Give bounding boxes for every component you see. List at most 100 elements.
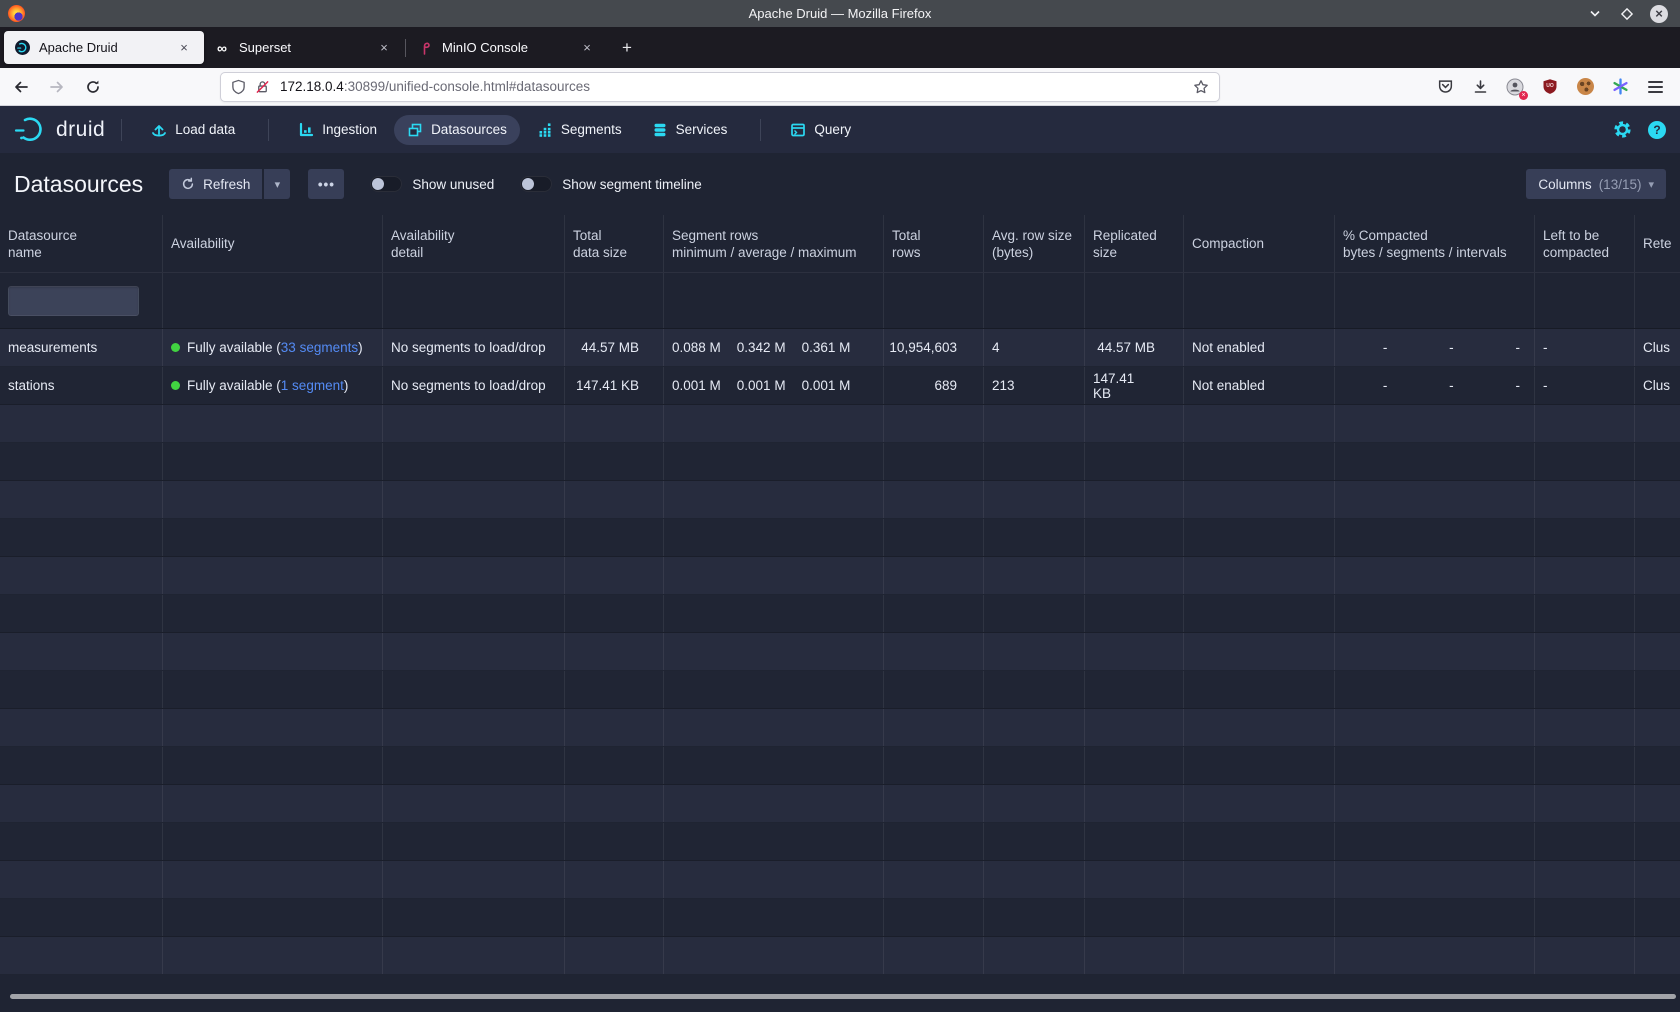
columns-button[interactable]: Columns (13/15) ▾ — [1526, 169, 1666, 199]
avg-row-size-cell: 4 — [984, 329, 1085, 366]
extension-icon[interactable]: × — [1504, 76, 1526, 98]
tab-label: Superset — [239, 40, 291, 55]
header-compaction[interactable]: Compaction — [1184, 215, 1335, 272]
table-row-measurements[interactable]: measurements Fully available (33 segment… — [0, 329, 1680, 367]
nav-services[interactable]: Services — [639, 115, 741, 145]
chevron-down-icon: ▾ — [1648, 178, 1654, 191]
insecure-lock-icon[interactable] — [255, 79, 270, 95]
tab-label: Apache Druid — [39, 40, 118, 55]
reload-icon[interactable] — [78, 72, 108, 102]
nav-ingestion[interactable]: Ingestion — [285, 115, 390, 145]
window-title: Apache Druid — Mozilla Firefox — [0, 6, 1680, 21]
show-unused-label: Show unused — [412, 177, 494, 192]
table-row-empty — [0, 633, 1680, 671]
help-icon[interactable]: ? — [1648, 121, 1666, 139]
table-row-empty — [0, 823, 1680, 861]
druid-favicon-icon — [14, 40, 30, 56]
window-close-icon[interactable]: × — [1650, 5, 1668, 23]
nav-query[interactable]: Query — [777, 115, 864, 145]
url-bar[interactable]: 172.18.0.4:30899/unified-console.html#da… — [220, 72, 1220, 102]
load-data-icon — [151, 122, 167, 138]
new-tab-button[interactable]: + — [613, 34, 641, 62]
datasource-name-cell[interactable]: measurements — [0, 329, 163, 366]
tracking-shield-icon[interactable] — [231, 79, 246, 95]
more-actions-button[interactable]: ••• — [308, 169, 344, 199]
refresh-dropdown-button[interactable]: ▾ — [264, 169, 290, 199]
header-availability-detail[interactable]: Availability detail — [383, 215, 565, 272]
window-maximize-icon[interactable] — [1618, 5, 1636, 23]
toggle-knob — [522, 178, 534, 190]
page-header: Datasources Refresh ▾ ••• Show unused Sh… — [0, 153, 1680, 215]
druid-brand[interactable]: druid — [14, 116, 105, 144]
nav-datasources[interactable]: Datasources — [394, 115, 520, 145]
table-row-empty — [0, 709, 1680, 747]
settings-gear-icon[interactable] — [1613, 120, 1632, 139]
container-asterisk-icon[interactable] — [1609, 76, 1631, 98]
header-datasource-name[interactable]: Datasource name — [0, 215, 163, 272]
table-header-row: Datasource name Availability Availabilit… — [0, 215, 1680, 273]
columns-label: Columns — [1538, 177, 1591, 192]
extension-error-badge: × — [1519, 91, 1528, 100]
total-data-size-cell: 44.57 MB — [565, 329, 664, 366]
show-segment-timeline-toggle[interactable] — [520, 176, 552, 192]
superset-favicon-icon: ∞ — [214, 40, 230, 56]
nav-label: Datasources — [431, 122, 507, 137]
total-rows-cell: 689 — [884, 367, 984, 404]
tab-close-icon[interactable]: × — [374, 38, 394, 58]
services-icon — [652, 122, 668, 138]
tab-minio-console[interactable]: MinIO Console × — [407, 31, 607, 64]
total-rows-cell: 10,954,603 — [884, 329, 984, 366]
header-total-data-size[interactable]: Total data size — [565, 215, 664, 272]
header-replicated-size[interactable]: Replicated size — [1085, 215, 1184, 272]
segments-link[interactable]: 1 segment — [281, 378, 344, 393]
refresh-label: Refresh — [203, 177, 250, 192]
refresh-button[interactable]: Refresh — [169, 169, 262, 199]
table-row-empty — [0, 861, 1680, 899]
nav-divider — [121, 119, 122, 141]
header-left-to-compact[interactable]: Left to be compacted — [1535, 215, 1635, 272]
available-dot-icon — [171, 381, 180, 390]
horizontal-scrollbar-thumb[interactable] — [10, 994, 1676, 999]
header-avg-row-size[interactable]: Avg. row size (bytes) — [984, 215, 1085, 272]
bookmark-star-icon[interactable] — [1193, 79, 1209, 95]
compaction-cell: Not enabled — [1184, 367, 1335, 404]
tab-superset[interactable]: ∞ Superset × — [204, 31, 404, 64]
window-titlebar: Apache Druid — Mozilla Firefox × — [0, 0, 1680, 27]
forward-icon[interactable] — [42, 72, 72, 102]
tab-close-icon[interactable]: × — [577, 38, 597, 58]
tab-close-icon[interactable]: × — [174, 38, 194, 58]
header-pct-compacted[interactable]: % Compacted bytes / segments / intervals — [1335, 215, 1535, 272]
downloads-icon[interactable] — [1469, 76, 1491, 98]
datasource-name-cell[interactable]: stations — [0, 367, 163, 404]
table-row-empty — [0, 481, 1680, 519]
cookie-icon[interactable] — [1574, 76, 1596, 98]
tab-apache-druid[interactable]: Apache Druid × — [4, 31, 204, 64]
segments-icon — [537, 122, 553, 138]
browser-toolbar: 172.18.0.4:30899/unified-console.html#da… — [0, 68, 1680, 106]
columns-count: (13/15) — [1599, 177, 1642, 192]
show-unused-toggle[interactable] — [370, 176, 402, 192]
header-segment-rows[interactable]: Segment rows minimum / average / maximum — [664, 215, 884, 272]
table-row-stations[interactable]: stations Fully available (1 segment) No … — [0, 367, 1680, 405]
retention-cell[interactable]: Clus — [1635, 367, 1680, 404]
pocket-icon[interactable] — [1434, 76, 1456, 98]
tab-separator — [405, 39, 406, 57]
table-row-empty — [0, 899, 1680, 937]
menu-icon[interactable] — [1644, 76, 1666, 98]
availability-cell: Fully available (33 segments) — [163, 329, 383, 366]
ublock-icon[interactable]: UO — [1539, 76, 1561, 98]
url-text: 172.18.0.4:30899/unified-console.html#da… — [280, 79, 590, 94]
retention-cell[interactable]: Clus — [1635, 329, 1680, 366]
datasource-name-filter-input[interactable] — [8, 286, 139, 316]
header-availability[interactable]: Availability — [163, 215, 383, 272]
header-total-rows[interactable]: Total rows — [884, 215, 984, 272]
nav-segments[interactable]: Segments — [524, 115, 635, 145]
back-icon[interactable] — [6, 72, 36, 102]
header-retention[interactable]: Rete — [1635, 215, 1680, 272]
nav-load-data[interactable]: Load data — [138, 115, 248, 145]
window-minimize-icon[interactable] — [1586, 5, 1604, 23]
segments-link[interactable]: 33 segments — [281, 340, 358, 355]
nav-label: Load data — [175, 122, 235, 137]
datasources-table: Datasource name Availability Availabilit… — [0, 215, 1680, 975]
pct-compacted-cell: --- — [1335, 367, 1535, 404]
